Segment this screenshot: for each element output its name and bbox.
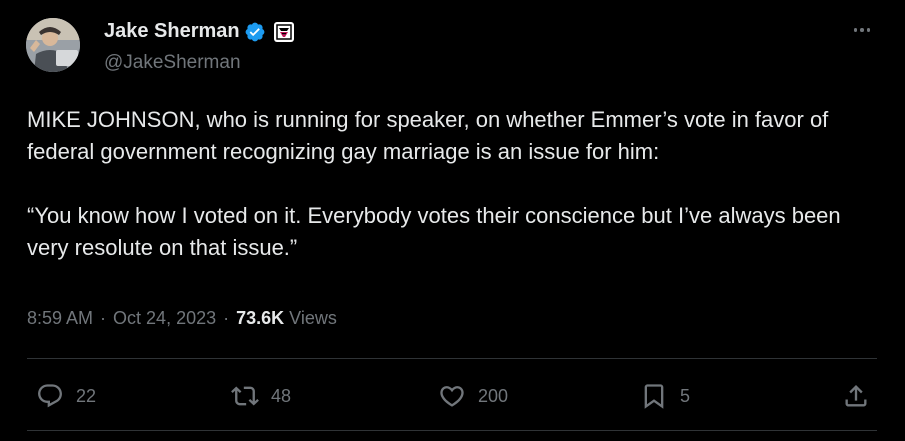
author-name-row: Jake Sherman <box>104 20 294 43</box>
tweet-paragraph: MIKE JOHNSON, who is running for speaker… <box>27 107 829 164</box>
tweet-text: MIKE JOHNSON, who is running for speaker… <box>27 104 887 264</box>
bookmark-icon <box>644 384 664 409</box>
views-label: Views <box>289 308 337 328</box>
divider <box>27 430 877 431</box>
affiliate-badge-icon[interactable] <box>273 21 294 42</box>
meta-separator: · <box>100 308 107 328</box>
repost-count: 48 <box>271 385 292 406</box>
reply-button[interactable]: 22 <box>36 380 96 412</box>
share-icon <box>845 385 867 407</box>
bookmark-count: 5 <box>680 385 691 406</box>
views-count[interactable]: 73.6K <box>236 308 284 329</box>
more-options-icon[interactable] <box>848 18 876 42</box>
repost-icon <box>231 386 259 406</box>
author-handle[interactable]: @JakeSherman <box>104 52 241 74</box>
tweet-meta: 8:59 AM · Oct 24, 2023 · 73.6K Views <box>27 308 337 329</box>
tweet-paragraph: “You know how I voted on it. Everybody v… <box>27 203 841 260</box>
reply-icon <box>38 384 62 408</box>
divider <box>27 358 877 359</box>
author-display-name[interactable]: Jake Sherman <box>104 20 240 43</box>
bookmark-button[interactable]: 5 <box>640 380 690 412</box>
repost-button[interactable]: 48 <box>231 380 291 412</box>
avatar-photo <box>26 18 80 72</box>
tweet: Jake Sherman @JakeSherman MIKE JOHNSON, … <box>0 0 905 441</box>
like-button[interactable]: 200 <box>438 380 508 412</box>
avatar[interactable] <box>26 18 80 72</box>
reply-count: 22 <box>76 385 97 406</box>
tweet-time[interactable]: 8:59 AM <box>27 308 93 329</box>
meta-separator: · <box>223 308 230 328</box>
share-button[interactable] <box>842 380 870 412</box>
verified-badge-icon[interactable] <box>244 21 266 43</box>
like-count: 200 <box>478 385 509 406</box>
tweet-date[interactable]: Oct 24, 2023 <box>113 308 216 329</box>
heart-icon <box>440 386 464 407</box>
